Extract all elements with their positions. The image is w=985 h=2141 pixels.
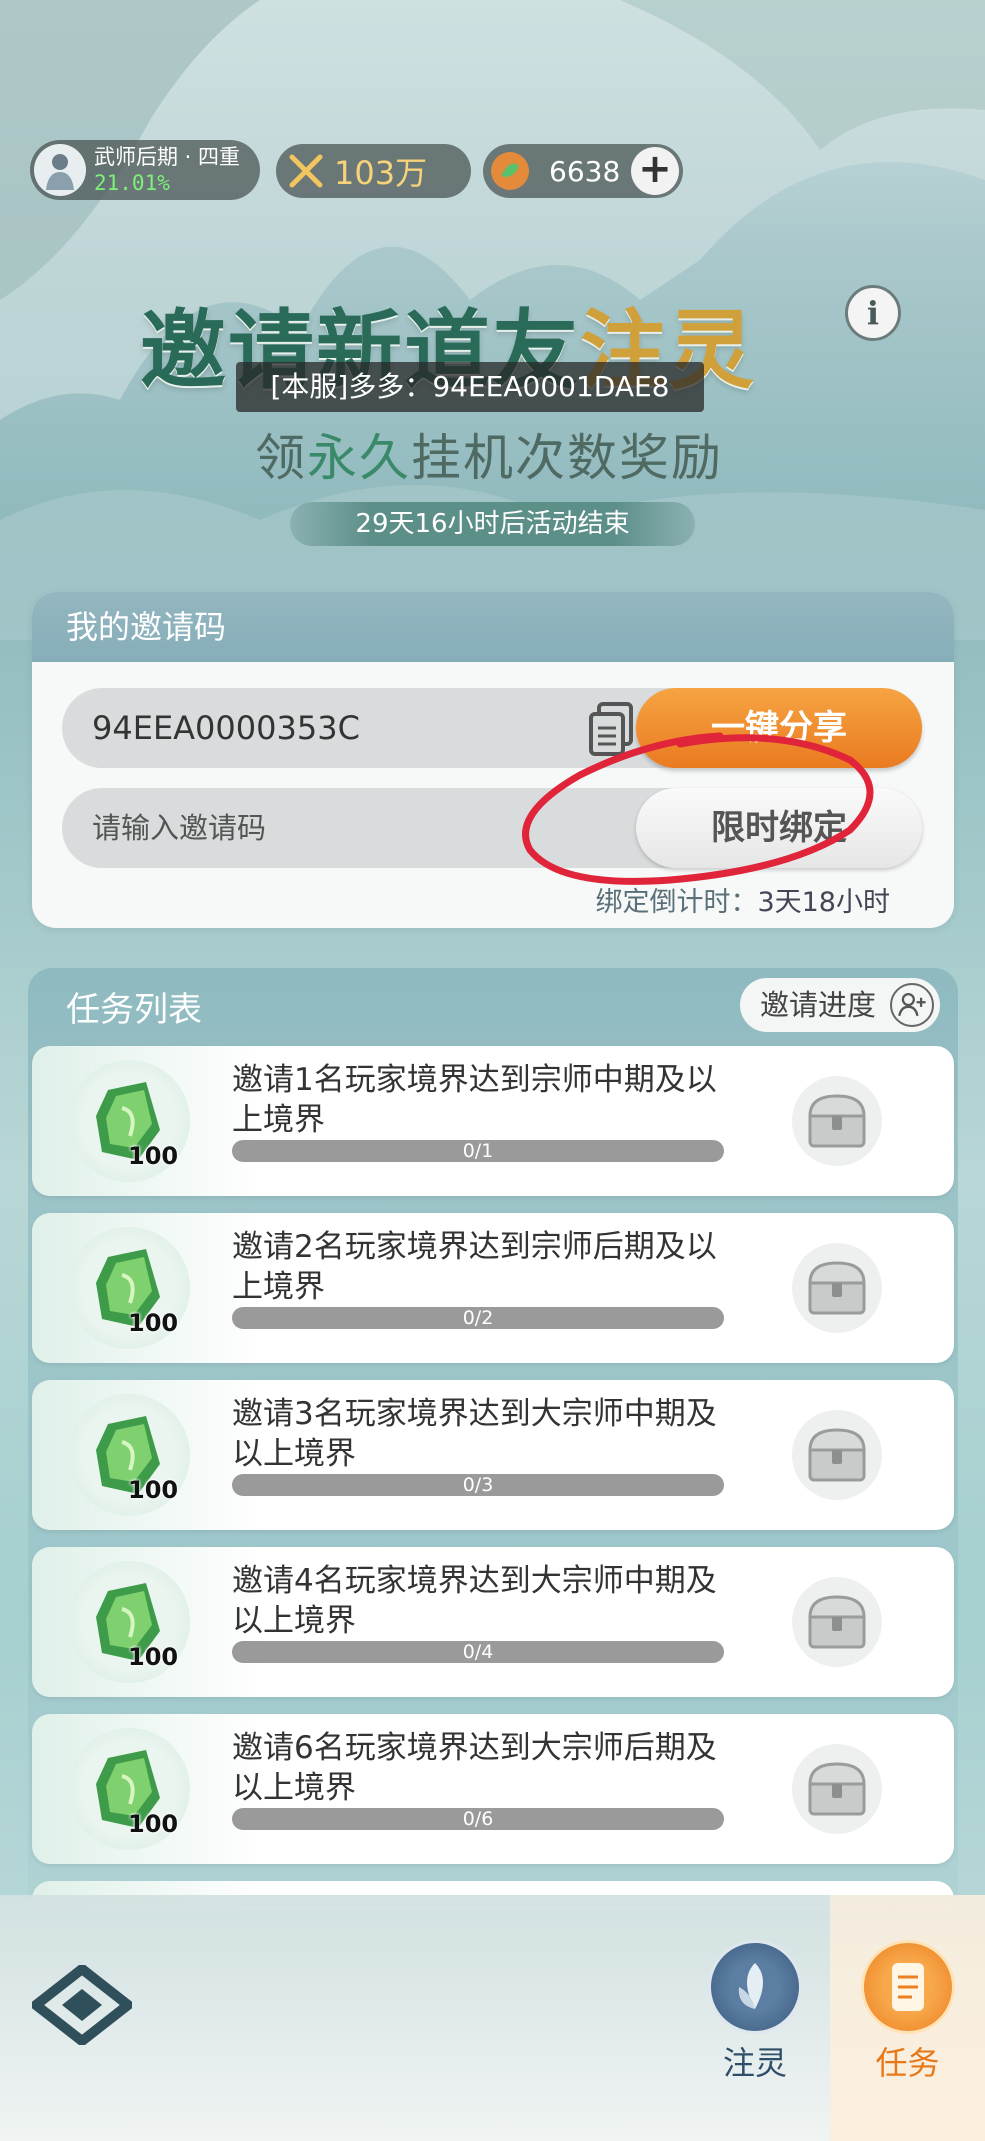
reward-chest-button[interactable] xyxy=(792,1410,882,1500)
nav-task[interactable]: 任务 xyxy=(830,1895,985,2141)
invite-code-placeholder: 请输入邀请码 xyxy=(92,811,267,845)
bind-countdown-label: 绑定倒计时： xyxy=(595,887,758,918)
reward-count: 100 xyxy=(128,1643,179,1671)
task-description: 邀请3名玩家境界达到大宗师中期及以上境界 xyxy=(232,1396,717,1472)
combat-power-display: 103万 xyxy=(276,144,471,198)
invite-progress-label: 邀请进度 xyxy=(760,988,877,1022)
reward-count: 100 xyxy=(128,1810,179,1838)
subtitle-accent: 永久 xyxy=(307,429,411,487)
treasure-chest-icon xyxy=(808,1428,866,1482)
avatar xyxy=(34,144,86,196)
nav-task-label: 任务 xyxy=(875,2044,940,2082)
event-countdown: 29天16小时后活动结束 xyxy=(290,502,695,546)
bind-button[interactable]: 限时绑定 xyxy=(636,788,922,868)
invite-section-title: 我的邀请码 xyxy=(32,592,954,662)
treasure-chest-icon xyxy=(808,1094,866,1148)
add-friend-icon xyxy=(890,983,934,1027)
character-icon xyxy=(46,154,74,190)
invite-progress-button[interactable]: 邀请进度 xyxy=(740,978,940,1032)
task-description: 邀请1名玩家境界达到宗师中期及以上境界 xyxy=(232,1062,717,1138)
task-progress-bar: 0/1 xyxy=(232,1140,724,1162)
reward-count: 100 xyxy=(128,1142,179,1170)
task-progress-bar: 0/2 xyxy=(232,1307,724,1329)
chat-toast: [本服]多多：94EEA0001DAE8 xyxy=(236,362,704,412)
task-row: 100 邀请4名玩家境界达到大宗师中期及以上境界 0/4 xyxy=(32,1547,954,1697)
treasure-chest-icon xyxy=(808,1261,866,1315)
copy-icon[interactable] xyxy=(587,700,637,758)
subtitle-pre: 领 xyxy=(255,429,307,487)
task-description: 邀请2名玩家境界达到宗师后期及以上境界 xyxy=(232,1229,717,1305)
treasure-chest-icon xyxy=(808,1595,866,1649)
task-row: 100 邀请2名玩家境界达到宗师后期及以上境界 0/2 xyxy=(32,1213,954,1363)
nav-zhuling[interactable]: 注灵 xyxy=(690,1940,820,2082)
task-list: 100 邀请1名玩家境界达到宗师中期及以上境界 0/1 100 邀请2名玩家境界… xyxy=(32,1046,954,1911)
reward-chest-button[interactable] xyxy=(792,1076,882,1166)
task-description: 邀请6名玩家境界达到大宗师后期及以上境界 xyxy=(232,1730,717,1806)
game-logo-icon[interactable] xyxy=(32,1965,132,2045)
bind-countdown-value: 3天18小时 xyxy=(757,887,890,918)
task-progress-text: 0/1 xyxy=(462,1140,494,1162)
info-button[interactable]: i xyxy=(845,285,901,341)
page-subtitle: 领永久挂机次数奖励 xyxy=(255,418,755,490)
spirit-coin-icon xyxy=(491,152,529,190)
reward-count: 100 xyxy=(128,1476,179,1504)
task-section-title: 任务列表 xyxy=(66,990,202,1030)
crossed-swords-icon xyxy=(289,154,323,188)
task-scroll-icon xyxy=(860,1940,955,2034)
reward-chest-button[interactable] xyxy=(792,1243,882,1333)
treasure-chest-icon xyxy=(808,1762,866,1816)
task-row: 100 邀请1名玩家境界达到宗师中期及以上境界 0/1 xyxy=(32,1046,954,1196)
currency-display: 6638 + xyxy=(483,144,683,198)
task-description: 邀请4名玩家境界达到大宗师中期及以上境界 xyxy=(232,1563,717,1639)
subtitle-post: 挂机次数奖励 xyxy=(411,429,723,487)
rank-progress: 21.01% xyxy=(94,171,170,195)
task-progress-bar: 0/4 xyxy=(232,1641,724,1663)
add-currency-button[interactable]: + xyxy=(631,147,679,195)
combat-power-value: 103万 xyxy=(334,154,428,192)
reward-chest-button[interactable] xyxy=(792,1744,882,1834)
bind-countdown: 绑定倒计时：3天18小时 xyxy=(595,880,890,919)
task-progress-bar: 0/6 xyxy=(232,1808,724,1830)
nav-zhuling-label: 注灵 xyxy=(722,2044,787,2082)
rank-display[interactable]: 武师后期 · 四重 21.01% xyxy=(30,140,260,200)
invite-code-card: 我的邀请码 94EEA0000353C 一键分享 请输入邀请码 限时绑定 绑定倒… xyxy=(32,592,954,928)
currency-value: 6638 xyxy=(549,154,621,188)
my-invite-code: 94EEA0000353C xyxy=(92,709,360,747)
reward-count: 100 xyxy=(128,1309,179,1337)
reward-chest-button[interactable] xyxy=(792,1577,882,1667)
zhuling-icon xyxy=(708,1940,802,2034)
task-progress-text: 0/4 xyxy=(462,1641,494,1663)
rank-name: 武师后期 · 四重 xyxy=(94,145,241,169)
task-progress-bar: 0/3 xyxy=(232,1474,724,1496)
task-progress-text: 0/3 xyxy=(462,1474,494,1496)
task-row: 100 邀请3名玩家境界达到大宗师中期及以上境界 0/3 xyxy=(32,1380,954,1530)
task-progress-text: 0/6 xyxy=(462,1808,494,1830)
task-row: 100 邀请6名玩家境界达到大宗师后期及以上境界 0/6 xyxy=(32,1714,954,1864)
share-button[interactable]: 一键分享 xyxy=(636,688,922,768)
task-progress-text: 0/2 xyxy=(462,1307,494,1329)
